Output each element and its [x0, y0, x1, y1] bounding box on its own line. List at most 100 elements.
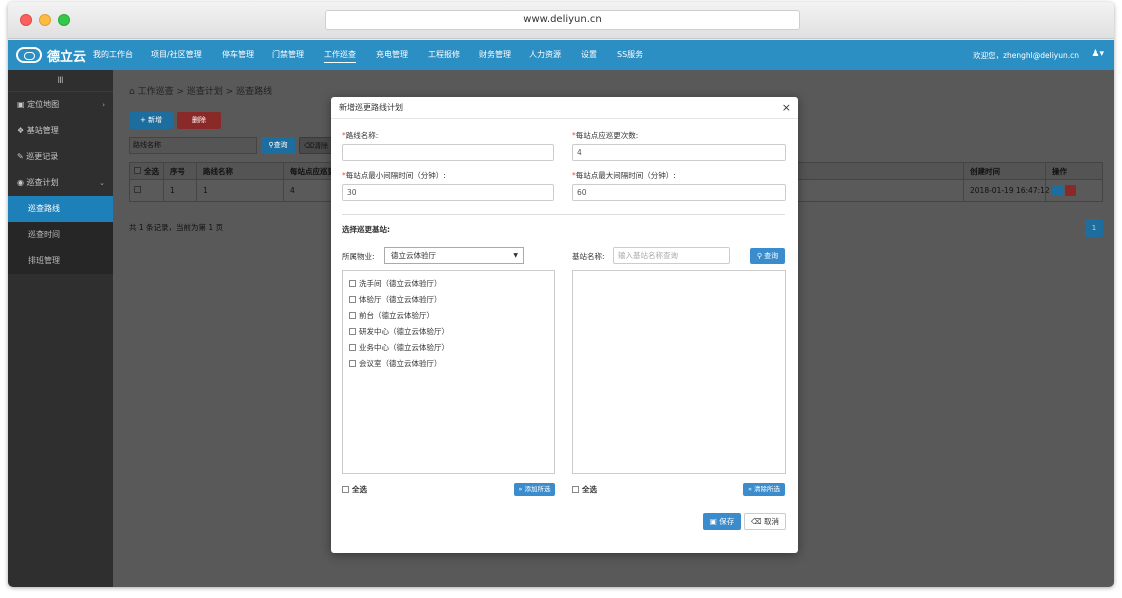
sidebar-item-location-map[interactable]: ▣ 定位地图 ›	[8, 92, 113, 118]
row-patrol-count: 4	[290, 186, 295, 195]
modal-header: 新增巡更路线计划 ×	[331, 97, 798, 119]
checkbox[interactable]	[349, 328, 356, 335]
minimize-window-button[interactable]	[39, 14, 51, 26]
save-label: 保存	[719, 517, 735, 526]
checkbox[interactable]	[349, 296, 356, 303]
caret-down-icon: ▼	[513, 252, 518, 259]
add-button[interactable]: + 新增	[129, 112, 173, 129]
divider	[196, 180, 197, 201]
select-all-available[interactable]: 全选	[342, 484, 367, 495]
nav-item-finance[interactable]: 财务管理	[479, 49, 511, 60]
edit-row-icon[interactable]	[1052, 185, 1063, 196]
checkbox[interactable]	[342, 486, 349, 493]
checkbox[interactable]	[134, 167, 141, 174]
sidebar-item-patrol-plan[interactable]: ◉ 巡查计划 ⌄	[8, 170, 113, 196]
cancel-button[interactable]: ⌫ 取消	[744, 513, 786, 530]
sidebar-subitem-scheduling[interactable]: 排班管理	[8, 248, 113, 274]
sidebar-subitem-patrol-route[interactable]: 巡查路线	[8, 196, 113, 222]
checkbox[interactable]	[349, 280, 356, 287]
list-item[interactable]: 业务中心（德立云体验厅）	[349, 342, 449, 353]
available-stations-list[interactable]: 洗手间（德立云体验厅） 体验厅（德立云体验厅） 前台（德立云体验厅） 研发中心（…	[342, 270, 555, 474]
divider	[283, 163, 284, 179]
delete-row-icon[interactable]	[1065, 185, 1076, 196]
selected-stations-list[interactable]	[572, 270, 786, 474]
sidebar-subitem-patrol-time[interactable]: 巡查时间	[8, 222, 113, 248]
header-created-time: 创建时间	[970, 167, 1000, 176]
clear-button-label: 清除	[313, 142, 328, 150]
row-checkbox[interactable]	[134, 180, 144, 201]
welcome-text: 欢迎您，zhenghl@deliyun.cn	[973, 51, 1079, 60]
user-menu-icon[interactable]: ♟▾	[1091, 49, 1104, 59]
list-item[interactable]: 会议室（德立云体验厅）	[349, 358, 442, 369]
header-patrol-count: 每站点应巡更	[290, 167, 335, 176]
edit-icon: ✎	[17, 152, 27, 161]
station-label: 体验厅（德立云体验厅）	[359, 295, 442, 304]
nav-item-parking[interactable]: 停车管理	[222, 49, 254, 60]
clear-button[interactable]: ⌫清除	[299, 137, 333, 154]
checkbox[interactable]	[134, 186, 141, 193]
plan-icon: ◉	[17, 178, 27, 187]
modal-title: 新增巡更路线计划	[339, 103, 403, 112]
delete-button[interactable]: 删除	[177, 112, 221, 129]
divider	[163, 163, 164, 179]
sidebar-collapse-icon[interactable]: Ⅲ	[8, 70, 113, 92]
label-text: 每站点最大间隔时间（分钟）:	[575, 171, 676, 180]
select-all-selected[interactable]: 全选	[572, 484, 597, 495]
checkbox[interactable]	[349, 360, 356, 367]
maximize-window-button[interactable]	[58, 14, 70, 26]
property-select-value: 德立云体验厅	[391, 251, 436, 260]
station-label: 研发中心（德立云体验厅）	[359, 327, 449, 336]
route-name-filter[interactable]: 路线名称	[129, 137, 257, 154]
breadcrumb: ⌂ 工作巡查 > 巡查计划 > 巡查路线	[129, 84, 272, 97]
divider	[283, 180, 284, 201]
nav-item-repair[interactable]: 工程报修	[428, 49, 460, 60]
header-index: 序号	[170, 167, 185, 176]
select-all-header[interactable]: 全选	[134, 163, 159, 179]
checkbox[interactable]	[349, 344, 356, 351]
address-bar[interactable]: www.deliyun.cn	[325, 10, 800, 30]
list-item[interactable]: 洗手间（德立云体验厅）	[349, 278, 442, 289]
checkbox[interactable]	[572, 486, 579, 493]
station-name-input[interactable]: 输入基站名称查询	[613, 247, 730, 264]
min-interval-input[interactable]: 30	[342, 184, 554, 201]
query-button[interactable]: ⚲查询	[261, 137, 295, 154]
nav-item-project[interactable]: 项目/社区管理	[151, 49, 202, 60]
save-button[interactable]: ▣ 保存	[703, 513, 741, 530]
query-button-label: 查询	[273, 141, 288, 149]
list-item[interactable]: 研发中心（德立云体验厅）	[349, 326, 449, 337]
list-item[interactable]: 前台（德立云体验厅）	[349, 310, 434, 321]
divider	[963, 180, 964, 201]
divider	[196, 163, 197, 179]
max-interval-input[interactable]: 60	[572, 184, 786, 201]
checkbox[interactable]	[349, 312, 356, 319]
nav-item-workbench[interactable]: 我的工作台	[93, 49, 133, 60]
clear-selected-button[interactable]: « 清除所选	[743, 483, 785, 496]
nav-item-ss-service[interactable]: SS服务	[617, 49, 643, 60]
add-route-modal: 新增巡更路线计划 × *路线名称: *每站点应巡更次数: 4 *每站点最小间隔时…	[331, 97, 798, 553]
nav-item-hr[interactable]: 人力资源	[529, 49, 561, 60]
nav-item-access-control[interactable]: 门禁管理	[272, 49, 304, 60]
station-search-button[interactable]: ⚲ 查询	[750, 248, 785, 264]
property-select[interactable]: 德立云体验厅 ▼	[384, 247, 524, 264]
divider	[1045, 180, 1046, 201]
property-label: 所属物业:	[342, 252, 375, 261]
page-1-button[interactable]: 1	[1085, 219, 1103, 237]
chevron-down-icon: ⌄	[99, 179, 105, 187]
nav-item-patrol[interactable]: 工作巡查	[324, 49, 356, 63]
station-label: 洗手间（德立云体验厅）	[359, 279, 442, 288]
header-actions: 操作	[1052, 167, 1067, 176]
sidebar-item-station[interactable]: ❖ 基站管理	[8, 118, 113, 144]
list-item[interactable]: 体验厅（德立云体验厅）	[349, 294, 442, 305]
close-icon[interactable]: ×	[782, 97, 791, 119]
station-label: 会议室（德立云体验厅）	[359, 359, 442, 368]
patrol-count-input[interactable]: 4	[572, 144, 786, 161]
logo[interactable]: 德立云	[16, 46, 86, 65]
row-actions	[1052, 180, 1078, 201]
nav-item-settings[interactable]: 设置	[581, 49, 597, 60]
sidebar: Ⅲ ▣ 定位地图 › ❖ 基站管理 ✎ 巡更记录 ◉ 巡查计划 ⌄ 巡查路线 巡查时…	[8, 70, 113, 587]
sidebar-item-patrol-records[interactable]: ✎ 巡更记录	[8, 144, 113, 170]
close-window-button[interactable]	[20, 14, 32, 26]
nav-item-charging[interactable]: 充电管理	[376, 49, 408, 60]
add-selected-button[interactable]: » 添加所选	[514, 483, 555, 496]
route-name-input[interactable]	[342, 144, 554, 161]
